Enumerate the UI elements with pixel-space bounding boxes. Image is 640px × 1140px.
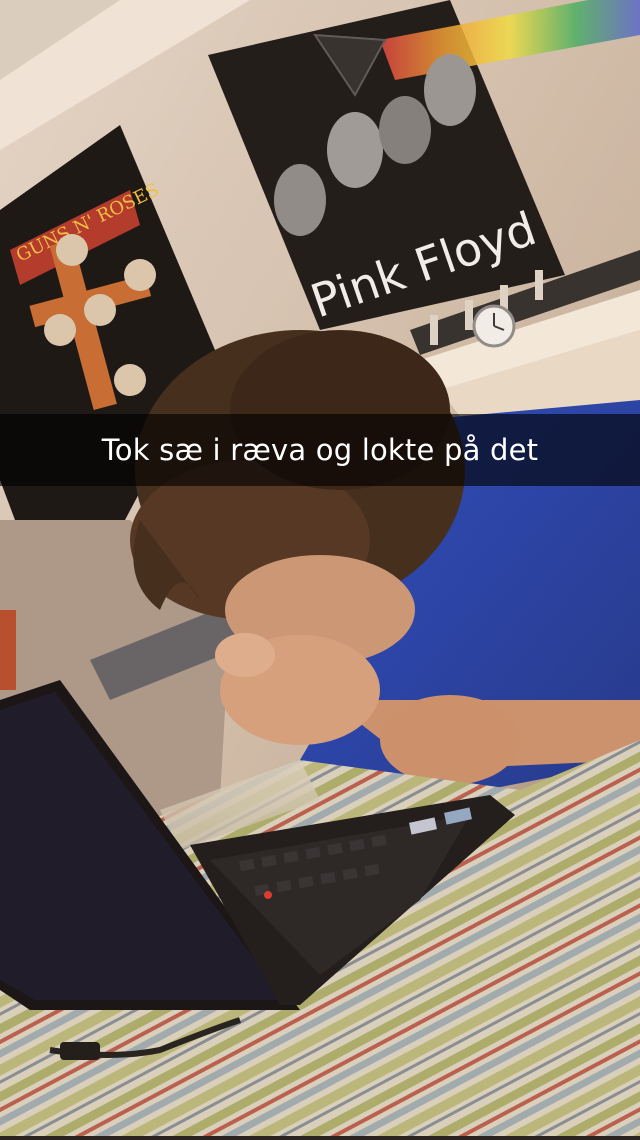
snap-photo: Pink Floyd GUNS N' ROSES: [0, 0, 640, 1136]
snap-caption: Tok sæ i ræva og lokte på det: [101, 433, 539, 467]
photo-illustration: Pink Floyd GUNS N' ROSES: [0, 0, 640, 1136]
caption-bar: Tok sæ i ræva og lokte på det: [0, 414, 640, 486]
